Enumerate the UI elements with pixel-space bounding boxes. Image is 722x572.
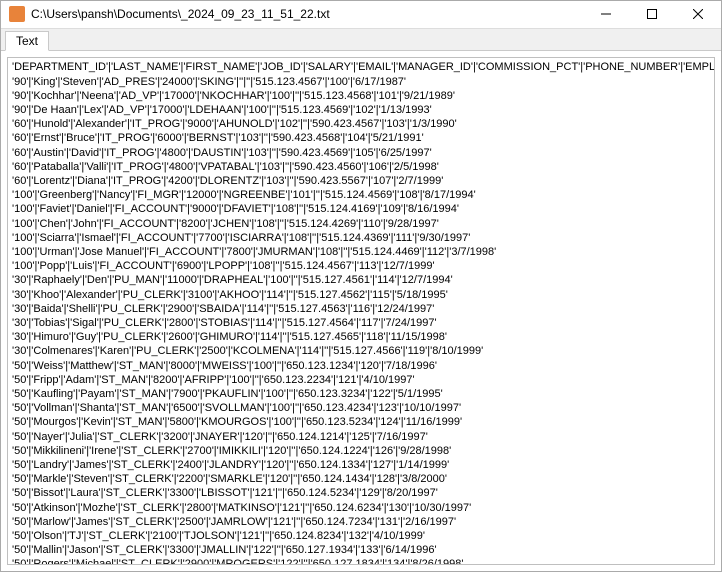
text-line: '50'|'Mikkilineni'|'Irene'|'ST_CLERK'|'2… xyxy=(12,444,710,458)
text-line: '30'|'Colmenares'|'Karen'|'PU_CLERK'|'25… xyxy=(12,344,710,358)
text-line: '50'|'Bissot'|'Laura'|'ST_CLERK'|'3300'|… xyxy=(12,486,710,500)
text-line: '30'|'Tobias'|'Sigal'|'PU_CLERK'|'2800'|… xyxy=(12,316,710,330)
text-line: '100'|'Popp'|'Luis'|'FI_ACCOUNT'|'6900'|… xyxy=(12,259,710,273)
titlebar: C:\Users\pansh\Documents\_2024_09_23_11_… xyxy=(1,1,721,29)
text-line: '30'|'Raphaely'|'Den'|'PU_MAN'|'11000'|'… xyxy=(12,273,710,287)
app-window: C:\Users\pansh\Documents\_2024_09_23_11_… xyxy=(0,0,722,572)
window-controls xyxy=(583,1,721,28)
text-line: '60'|'Austin'|'David'|'IT_PROG'|'4800'|'… xyxy=(12,146,710,160)
text-line: '50'|'Fripp'|'Adam'|'ST_MAN'|'8200'|'AFR… xyxy=(12,373,710,387)
app-icon xyxy=(9,6,25,22)
text-line: '100'|'Urman'|'Jose Manuel'|'FI_ACCOUNT'… xyxy=(12,245,710,259)
minimize-button[interactable] xyxy=(583,1,629,28)
text-line: '100'|'Sciarra'|'Ismael'|'FI_ACCOUNT'|'7… xyxy=(12,231,710,245)
text-line: '30'|'Himuro'|'Guy'|'PU_CLERK'|'2600'|'G… xyxy=(12,330,710,344)
text-line: '50'|'Mallin'|'Jason'|'ST_CLERK'|'3300'|… xyxy=(12,543,710,557)
text-line: '100'|'Greenberg'|'Nancy'|'FI_MGR'|'1200… xyxy=(12,188,710,202)
text-line: '100'|'Chen'|'John'|'FI_ACCOUNT'|'8200'|… xyxy=(12,217,710,231)
content-area: 'DEPARTMENT_ID'|'LAST_NAME'|'FIRST_NAME'… xyxy=(1,51,721,571)
text-line: '50'|'Olson'|'TJ'|'ST_CLERK'|'2100'|'TJO… xyxy=(12,529,710,543)
close-button[interactable] xyxy=(675,1,721,28)
text-line: '90'|'Kochhar'|'Neena'|'AD_VP'|'17000'|'… xyxy=(12,89,710,103)
text-line: '60'|'Ernst'|'Bruce'|'IT_PROG'|'6000'|'B… xyxy=(12,131,710,145)
minimize-icon xyxy=(601,9,611,19)
text-line: '50'|'Mourgos'|'Kevin'|'ST_MAN'|'5800'|'… xyxy=(12,415,710,429)
text-line: '60'|'Hunold'|'Alexander'|'IT_PROG'|'900… xyxy=(12,117,710,131)
text-line: '50'|'Nayer'|'Julia'|'ST_CLERK'|'3200'|'… xyxy=(12,430,710,444)
text-line: '100'|'Faviet'|'Daniel'|'FI_ACCOUNT'|'90… xyxy=(12,202,710,216)
tabstrip: Text xyxy=(1,29,721,51)
text-line: '50'|'Rogers'|'Michael'|'ST_CLERK'|'2900… xyxy=(12,557,710,565)
text-line: '90'|'King'|'Steven'|'AD_PRES'|'24000'|'… xyxy=(12,75,710,89)
window-title: C:\Users\pansh\Documents\_2024_09_23_11_… xyxy=(31,7,583,21)
text-line: '50'|'Marlow'|'James'|'ST_CLERK'|'2500'|… xyxy=(12,515,710,529)
text-line: '50'|'Kaufling'|'Payam'|'ST_MAN'|'7900'|… xyxy=(12,387,710,401)
text-line: 'DEPARTMENT_ID'|'LAST_NAME'|'FIRST_NAME'… xyxy=(12,60,710,74)
text-line: '30'|'Khoo'|'Alexander'|'PU_CLERK'|'3100… xyxy=(12,288,710,302)
text-line: '50'|'Markle'|'Steven'|'ST_CLERK'|'2200'… xyxy=(12,472,710,486)
text-line: '50'|'Vollman'|'Shanta'|'ST_MAN'|'6500'|… xyxy=(12,401,710,415)
maximize-icon xyxy=(647,9,657,19)
text-line: '50'|'Atkinson'|'Mozhe'|'ST_CLERK'|'2800… xyxy=(12,501,710,515)
text-pane[interactable]: 'DEPARTMENT_ID'|'LAST_NAME'|'FIRST_NAME'… xyxy=(7,57,715,565)
text-line: '90'|'De Haan'|'Lex'|'AD_VP'|'17000'|'LD… xyxy=(12,103,710,117)
text-line: '60'|'Pataballa'|'Valli'|'IT_PROG'|'4800… xyxy=(12,160,710,174)
text-line: '30'|'Baida'|'Shelli'|'PU_CLERK'|'2900'|… xyxy=(12,302,710,316)
maximize-button[interactable] xyxy=(629,1,675,28)
text-line: '60'|'Lorentz'|'Diana'|'IT_PROG'|'4200'|… xyxy=(12,174,710,188)
tab-text[interactable]: Text xyxy=(5,31,49,51)
text-line: '50'|'Landry'|'James'|'ST_CLERK'|'2400'|… xyxy=(12,458,710,472)
text-line: '50'|'Weiss'|'Matthew'|'ST_MAN'|'8000'|'… xyxy=(12,359,710,373)
close-icon xyxy=(693,9,703,19)
